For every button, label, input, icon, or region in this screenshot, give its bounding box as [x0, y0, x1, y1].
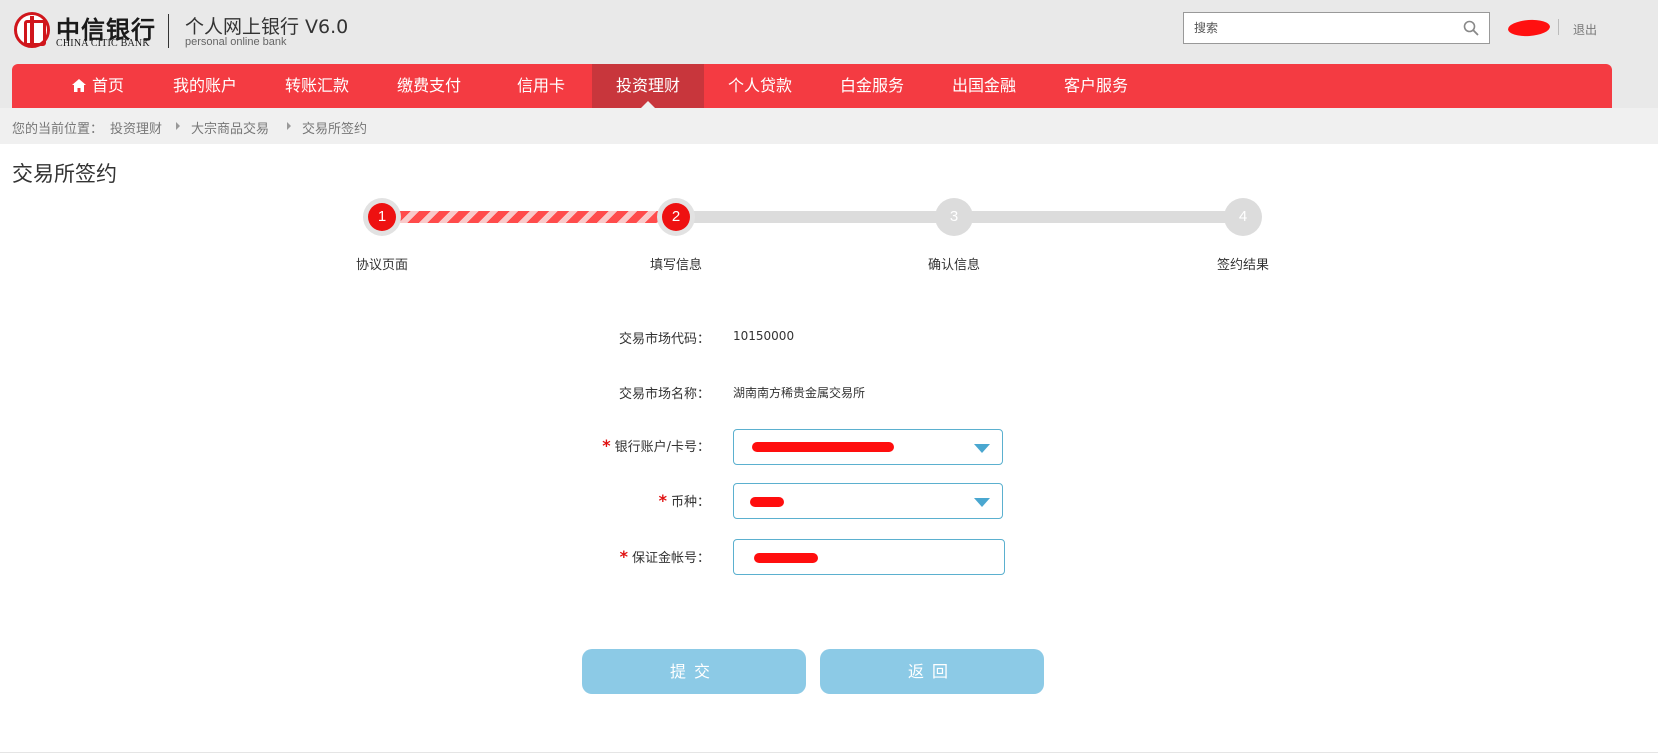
margin-account-label-text: 保证金帐号：	[631, 551, 710, 566]
step-number: 3	[940, 203, 968, 231]
nav-item-my-account[interactable]: 我的账户	[149, 64, 261, 108]
step-4-label: 签约结果	[1216, 258, 1269, 273]
nav-item-customer-service[interactable]: 客户服务	[1040, 64, 1152, 108]
step-number: 4	[1229, 203, 1257, 231]
back-button[interactable]: 返回	[820, 649, 1044, 694]
search-box	[1183, 12, 1490, 44]
account-label: * 银行账户/卡号：	[510, 436, 710, 455]
required-mark: *	[619, 547, 628, 566]
header-divider	[1558, 19, 1559, 35]
account-select[interactable]	[733, 429, 1003, 465]
chevron-down-icon	[974, 498, 990, 507]
nav-item-overseas[interactable]: 出国金融	[928, 64, 1040, 108]
currency-label: * 币种：	[510, 491, 710, 510]
breadcrumb-arrow-icon	[287, 122, 291, 130]
chevron-down-icon	[974, 444, 990, 453]
product-title: 个人网上银行 V6.0	[185, 16, 349, 38]
step-3-label: 确认信息	[927, 258, 980, 273]
username-redacted	[1507, 18, 1551, 38]
step-number: 1	[368, 203, 396, 231]
currency-value-redacted	[750, 497, 784, 507]
margin-account-input[interactable]	[733, 539, 1005, 575]
bank-logo-icon[interactable]	[14, 12, 50, 48]
logo-divider	[168, 14, 169, 48]
breadcrumb: 您的当前位置： 投资理财 大宗商品交易 交易所签约	[0, 108, 1658, 144]
nav-item-home[interactable]: 首页	[48, 64, 148, 108]
breadcrumb-prefix: 您的当前位置：	[12, 122, 104, 137]
nav-item-transfer[interactable]: 转账汇款	[261, 64, 373, 108]
step-4-circle: 4	[1224, 198, 1262, 236]
step-2-circle: 2	[657, 198, 695, 236]
submit-button[interactable]: 提交	[582, 649, 806, 694]
search-icon[interactable]	[1463, 20, 1479, 36]
step-number: 2	[662, 203, 690, 231]
nav-item-investment[interactable]: 投资理财	[592, 64, 704, 108]
breadcrumb-item-current: 交易所签约	[302, 122, 368, 137]
footer-divider	[0, 752, 1658, 753]
step-1-circle: 1	[363, 198, 401, 236]
account-label-text: 银行账户/卡号：	[614, 440, 710, 455]
currency-select[interactable]	[733, 483, 1003, 519]
product-subtitle: personal online bank	[185, 36, 287, 48]
nav-label: 首页	[91, 76, 124, 95]
search-input[interactable]	[1184, 13, 1444, 43]
logout-link[interactable]: 退出	[1573, 21, 1597, 38]
page-title: 交易所签约	[12, 162, 117, 186]
step-2-label: 填写信息	[649, 258, 702, 273]
step-3-circle: 3	[935, 198, 973, 236]
home-icon	[71, 78, 86, 92]
nav-item-credit-card[interactable]: 信用卡	[485, 64, 597, 108]
step-progress-bar	[382, 211, 676, 223]
breadcrumb-arrow-icon	[176, 122, 180, 130]
breadcrumb-item-commodity[interactable]: 大宗商品交易	[191, 118, 269, 137]
breadcrumb-item-investment[interactable]: 投资理财	[110, 118, 162, 137]
bank-name-en: CHINA CITIC BANK	[56, 38, 150, 49]
required-mark: *	[658, 491, 667, 510]
market-name-label: 交易市场名称：	[618, 387, 710, 402]
nav-item-payment[interactable]: 缴费支付	[373, 64, 485, 108]
required-mark: *	[602, 436, 611, 455]
margin-account-value-redacted	[754, 553, 818, 563]
step-1-label: 协议页面	[355, 258, 408, 273]
account-value-redacted	[752, 442, 894, 452]
market-name-value: 湖南南方稀贵金属交易所	[733, 386, 866, 400]
currency-label-text: 币种：	[670, 495, 710, 510]
market-code-label: 交易市场代码：	[618, 332, 710, 347]
main-nav: 首页 我的账户 转账汇款 缴费支付 信用卡 投资理财 个人贷款 白金服务 出国金…	[12, 64, 1612, 108]
margin-account-label: * 保证金帐号：	[510, 547, 710, 566]
nav-item-personal-loan[interactable]: 个人贷款	[704, 64, 816, 108]
market-code-value: 10150000	[733, 329, 795, 343]
nav-item-platinum[interactable]: 白金服务	[816, 64, 928, 108]
